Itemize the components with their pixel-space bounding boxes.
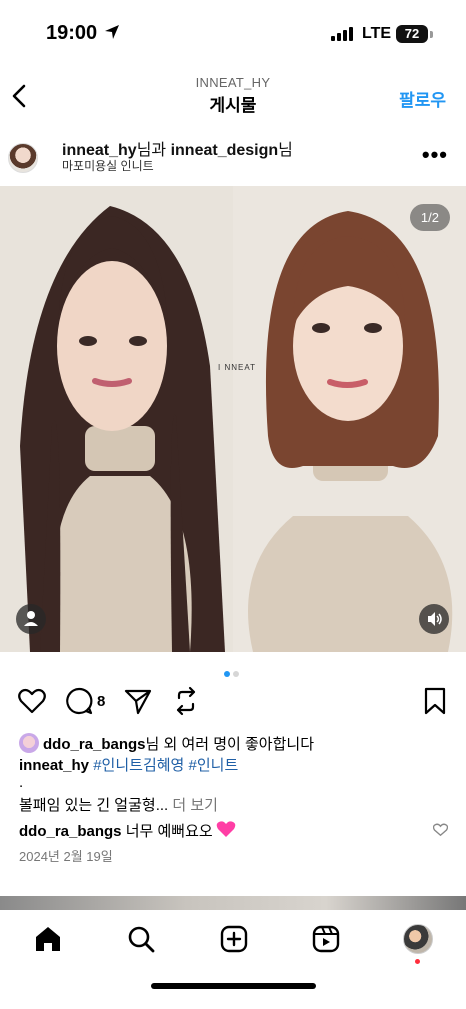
profile-tab-avatar[interactable] (403, 924, 433, 954)
reels-icon[interactable] (311, 924, 341, 954)
comment-text: 너무 예뻐요오 (125, 823, 213, 840)
carousel-indicator (224, 664, 242, 682)
carousel-dot-active (224, 671, 230, 677)
location-arrow-icon (105, 25, 119, 39)
page-title: 게시물 (209, 96, 257, 115)
carousel-dot (233, 671, 239, 677)
network-label: LTE (362, 25, 392, 42)
bookmark-icon[interactable] (421, 686, 449, 716)
speaker-icon[interactable] (419, 604, 449, 634)
comment-username[interactable]: ddo_ra_bangs (19, 823, 122, 840)
liker-avatar (19, 733, 39, 753)
likes-text: 님 외 여러 명이 좋아합니다 (145, 736, 315, 753)
post-date: 2024년 2월 19일 (19, 849, 113, 864)
plus-square-icon[interactable] (219, 924, 249, 954)
comment-count: 8 (97, 693, 106, 710)
caption-text-line: 볼패임 있는 긴 얼굴형... 더 보기 (19, 794, 218, 815)
header-account: INNEAT_HY (195, 75, 271, 90)
liker-username[interactable]: ddo_ra_bangs (43, 736, 146, 753)
caption-line: inneat_hy #인니트김혜영 #인니트 (19, 754, 238, 775)
battery-indicator: 72 (396, 25, 428, 43)
pink-heart-emoji-icon (216, 821, 236, 837)
repost-icon[interactable] (171, 686, 201, 716)
notification-dot (415, 959, 420, 964)
caption-username[interactable]: inneat_hy (19, 757, 89, 774)
next-post-preview (0, 896, 466, 910)
bottom-tab-bar (0, 910, 466, 1009)
home-icon[interactable] (33, 924, 63, 954)
photo-before (0, 186, 233, 652)
caption-dot: . (19, 774, 24, 791)
signal-icon (331, 27, 353, 41)
search-icon[interactable] (126, 924, 156, 954)
caption-text: 볼패임 있는 긴 얼굴형... (19, 797, 169, 814)
status-time: 19:00 (46, 22, 98, 44)
battery-tip (430, 31, 433, 38)
likes-summary[interactable]: ddo_ra_bangs님 외 여러 명이 좋아합니다 (19, 733, 314, 754)
post-image[interactable]: I NNEAT 1/2 (0, 186, 466, 652)
author-suffix: 님 (278, 142, 293, 159)
send-icon[interactable] (123, 686, 153, 716)
image-watermark: I NNEAT (218, 363, 256, 372)
caption-more-link[interactable]: 더 보기 (168, 797, 218, 814)
post-author-avatar[interactable] (8, 143, 38, 173)
photo-after (233, 186, 466, 652)
caption-hashtags[interactable]: #인니트김혜영 #인니트 (93, 757, 238, 774)
comment-heart-icon[interactable] (433, 823, 448, 837)
status-bar: 19:00 LTE 72 (0, 0, 466, 68)
more-horizontal-icon[interactable]: ••• (422, 142, 448, 168)
post-location[interactable]: 마포미용실 인니트 (62, 157, 154, 174)
person-tag-icon[interactable] (16, 604, 46, 634)
top-comment: ddo_ra_bangs 너무 예뻐요오 (19, 820, 213, 841)
follow-button[interactable]: 팔로우 (399, 86, 446, 111)
author-secondary[interactable]: inneat_design (171, 142, 279, 159)
home-indicator (151, 983, 316, 989)
heart-icon[interactable] (17, 686, 47, 716)
comment-icon[interactable] (64, 686, 94, 716)
image-counter: 1/2 (409, 204, 450, 231)
